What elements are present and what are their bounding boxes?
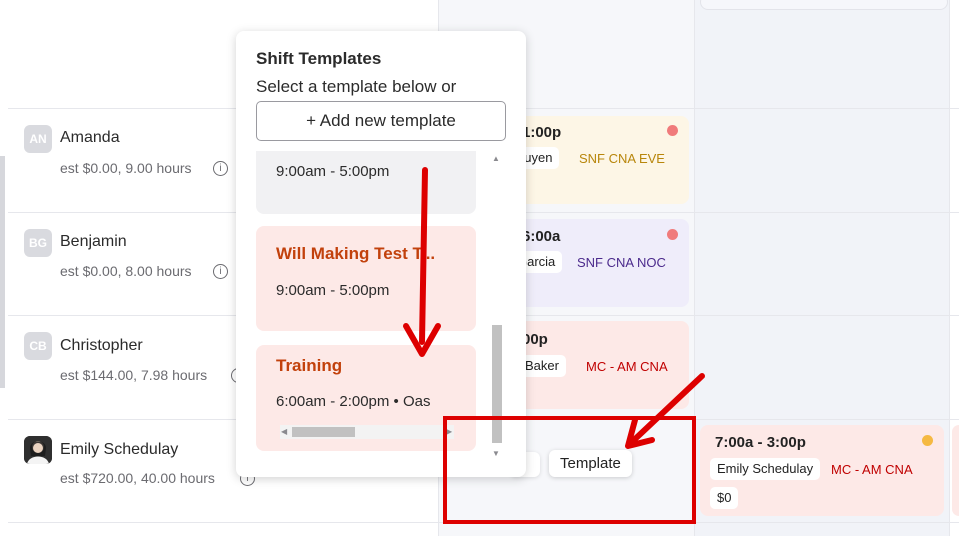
arrow-diagonal-icon [631, 373, 705, 443]
annotation-arrows [403, 167, 705, 449]
arrow-down-icon [419, 167, 428, 345]
